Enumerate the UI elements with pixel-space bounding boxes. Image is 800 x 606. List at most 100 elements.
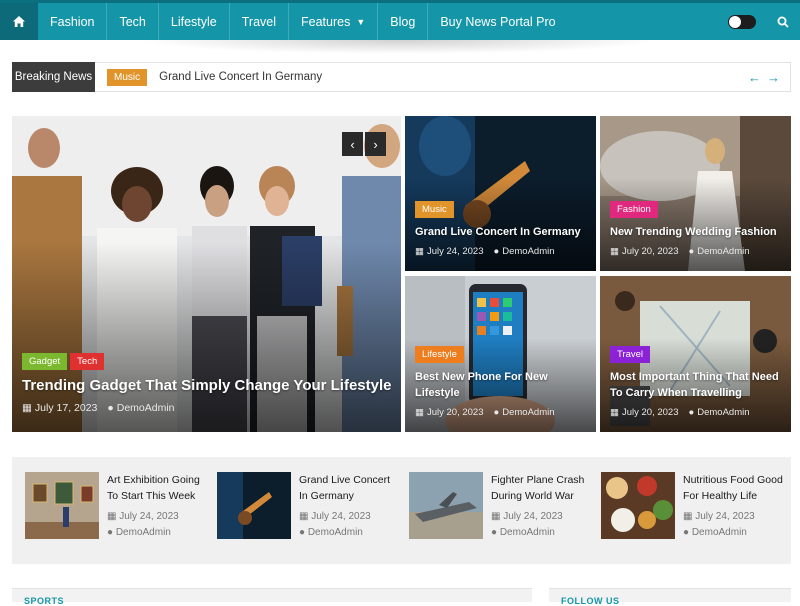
- post-meta: ▦ July 24, 2023 ● DemoAdmin: [299, 509, 401, 541]
- post-body: Nutritious Food Good For Healthy Life ▦ …: [683, 472, 785, 541]
- card-meta: ▦ July 20, 2023 ● DemoAdmin: [610, 407, 783, 418]
- category-tag-music[interactable]: Music: [415, 201, 454, 218]
- arrow-left-icon[interactable]: ←: [748, 70, 761, 85]
- category-tag-gadget[interactable]: Gadget: [22, 353, 68, 370]
- grid-card[interactable]: Music Grand Live Concert In Germany ▦ Jul…: [405, 116, 596, 271]
- hero-meta: ▦ July 17, 2023 ● DemoAdmin: [22, 402, 393, 414]
- home-icon: [13, 16, 25, 27]
- slider-next-button[interactable]: ›: [365, 132, 386, 156]
- category-tag-travel[interactable]: Travel: [610, 346, 651, 363]
- slider-prev-button[interactable]: ‹: [342, 132, 363, 156]
- user-icon: ●: [493, 407, 500, 418]
- card-info: Travel Most Important Thing That Need To…: [610, 344, 783, 418]
- grid-card[interactable]: Fashion New Trending Wedding Fashion ▦ Ju…: [600, 116, 791, 271]
- calendar-icon: ▦: [415, 407, 424, 418]
- calendar-icon: ▦: [22, 402, 32, 414]
- post-author[interactable]: DemoAdmin: [500, 527, 555, 538]
- search-button[interactable]: [772, 11, 794, 33]
- list-item[interactable]: Fighter Plane Crash During World War ▦ J…: [409, 472, 593, 541]
- nav-item-features[interactable]: Features ▼: [289, 3, 379, 40]
- post-author[interactable]: DemoAdmin: [697, 246, 749, 257]
- ticker-category-tag[interactable]: Music: [107, 68, 148, 86]
- hero-slide[interactable]: ‹ › Gadget Tech Trending Gadget That Simp…: [12, 116, 401, 432]
- card-title[interactable]: New Trending Wedding Fashion: [610, 224, 783, 240]
- post-thumbnail: [217, 472, 291, 539]
- calendar-icon: ▦: [299, 511, 312, 522]
- user-icon: ●: [683, 527, 692, 538]
- toggle-knob: [729, 15, 741, 28]
- post-title[interactable]: Art Exhibition Going To Start This Week: [107, 472, 209, 504]
- nav-item-buy-pro[interactable]: Buy News Portal Pro: [428, 3, 567, 40]
- calendar-icon: ▦: [610, 246, 619, 257]
- user-icon: ●: [299, 527, 308, 538]
- header-shadow: [140, 40, 660, 54]
- post-date: July 24, 2023: [695, 511, 755, 522]
- post-body: Grand Live Concert In Germany ▦ July 24,…: [299, 472, 401, 541]
- post-author[interactable]: DemoAdmin: [502, 407, 554, 418]
- calendar-icon: ▦: [610, 407, 619, 418]
- card-info: Fashion New Trending Wedding Fashion ▦ Ju…: [610, 199, 783, 257]
- post-author[interactable]: DemoAdmin: [697, 407, 749, 418]
- post-title[interactable]: Fighter Plane Crash During World War: [491, 472, 593, 504]
- chevron-left-icon: ‹: [350, 136, 355, 152]
- post-author[interactable]: DemoAdmin: [117, 402, 175, 414]
- grid-card[interactable]: Lifestyle Best New Phone For New Lifesty…: [405, 276, 596, 432]
- calendar-icon: ▦: [491, 511, 504, 522]
- user-icon: ●: [107, 402, 114, 414]
- main-navigation: Fashion Tech Lifestyle Travel Features ▼ …: [0, 0, 800, 40]
- nav-item-fashion[interactable]: Fashion: [38, 3, 108, 40]
- home-button[interactable]: [0, 3, 38, 40]
- nav-item-travel[interactable]: Travel: [230, 3, 290, 40]
- card-meta: ▦ July 20, 2023 ● DemoAdmin: [610, 246, 783, 257]
- nav-item-blog[interactable]: Blog: [378, 3, 429, 40]
- post-author[interactable]: DemoAdmin: [308, 527, 363, 538]
- post-date: July 17, 2023: [34, 402, 98, 414]
- nav-item-tech[interactable]: Tech: [107, 3, 159, 40]
- category-tag-lifestyle[interactable]: Lifestyle: [415, 346, 464, 363]
- post-thumbnail: [25, 472, 99, 539]
- post-thumbnail: [601, 472, 675, 539]
- category-tag-fashion[interactable]: Fashion: [610, 201, 658, 218]
- post-title[interactable]: Grand Live Concert In Germany: [299, 472, 401, 504]
- category-tag-tech[interactable]: Tech: [70, 353, 105, 370]
- post-date: July 24, 2023: [119, 511, 179, 522]
- calendar-icon: ▦: [683, 511, 696, 522]
- card-title[interactable]: Best New Phone For New Lifestyle: [415, 369, 588, 401]
- list-item[interactable]: Nutritious Food Good For Healthy Life ▦ …: [601, 472, 785, 541]
- user-icon: ●: [688, 246, 695, 257]
- post-date: July 24, 2023: [426, 246, 484, 257]
- card-title[interactable]: Most Important Thing That Need To Carry …: [610, 369, 783, 401]
- post-author[interactable]: DemoAdmin: [502, 246, 554, 257]
- search-icon: [777, 16, 789, 28]
- list-item[interactable]: Art Exhibition Going To Start This Week …: [25, 472, 209, 541]
- grid-card[interactable]: Travel Most Important Thing That Need To…: [600, 276, 791, 432]
- chevron-down-icon: ▼: [356, 16, 366, 27]
- arrow-right-icon[interactable]: →: [767, 70, 780, 85]
- featured-posts-strip: Art Exhibition Going To Start This Week …: [12, 457, 791, 564]
- card-title[interactable]: Grand Live Concert In Germany: [415, 224, 588, 240]
- ticker-headline[interactable]: Grand Live Concert In Germany: [159, 71, 322, 83]
- post-author[interactable]: DemoAdmin: [116, 527, 171, 538]
- chevron-right-icon: ›: [373, 136, 378, 152]
- user-icon: ●: [688, 407, 695, 418]
- calendar-icon: ▦: [107, 511, 120, 522]
- post-meta: ▦ July 24, 2023 ● DemoAdmin: [107, 509, 209, 541]
- post-body: Fighter Plane Crash During World War ▦ J…: [491, 472, 593, 541]
- user-icon: ●: [491, 527, 500, 538]
- nav-item-lifestyle[interactable]: Lifestyle: [159, 3, 230, 40]
- post-meta: ▦ July 24, 2023 ● DemoAdmin: [491, 509, 593, 541]
- post-date: July 24, 2023: [503, 511, 563, 522]
- list-item[interactable]: Grand Live Concert In Germany ▦ July 24,…: [217, 472, 401, 541]
- ticker-controls: ← →: [748, 70, 780, 85]
- nav-tools: [728, 3, 800, 40]
- dark-mode-toggle[interactable]: [728, 14, 756, 29]
- card-meta: ▦ July 24, 2023 ● DemoAdmin: [415, 246, 588, 257]
- card-info: Lifestyle Best New Phone For New Lifesty…: [415, 344, 588, 418]
- post-body: Art Exhibition Going To Start This Week …: [107, 472, 209, 541]
- breaking-news-label: Breaking News: [12, 61, 95, 92]
- card-meta: ▦ July 20, 2023 ● DemoAdmin: [415, 407, 588, 418]
- card-info: Music Grand Live Concert In Germany ▦ Jul…: [415, 199, 588, 257]
- hero-title[interactable]: Trending Gadget That Simply Change Your …: [22, 376, 393, 396]
- post-author[interactable]: DemoAdmin: [692, 527, 747, 538]
- post-title[interactable]: Nutritious Food Good For Healthy Life: [683, 472, 785, 504]
